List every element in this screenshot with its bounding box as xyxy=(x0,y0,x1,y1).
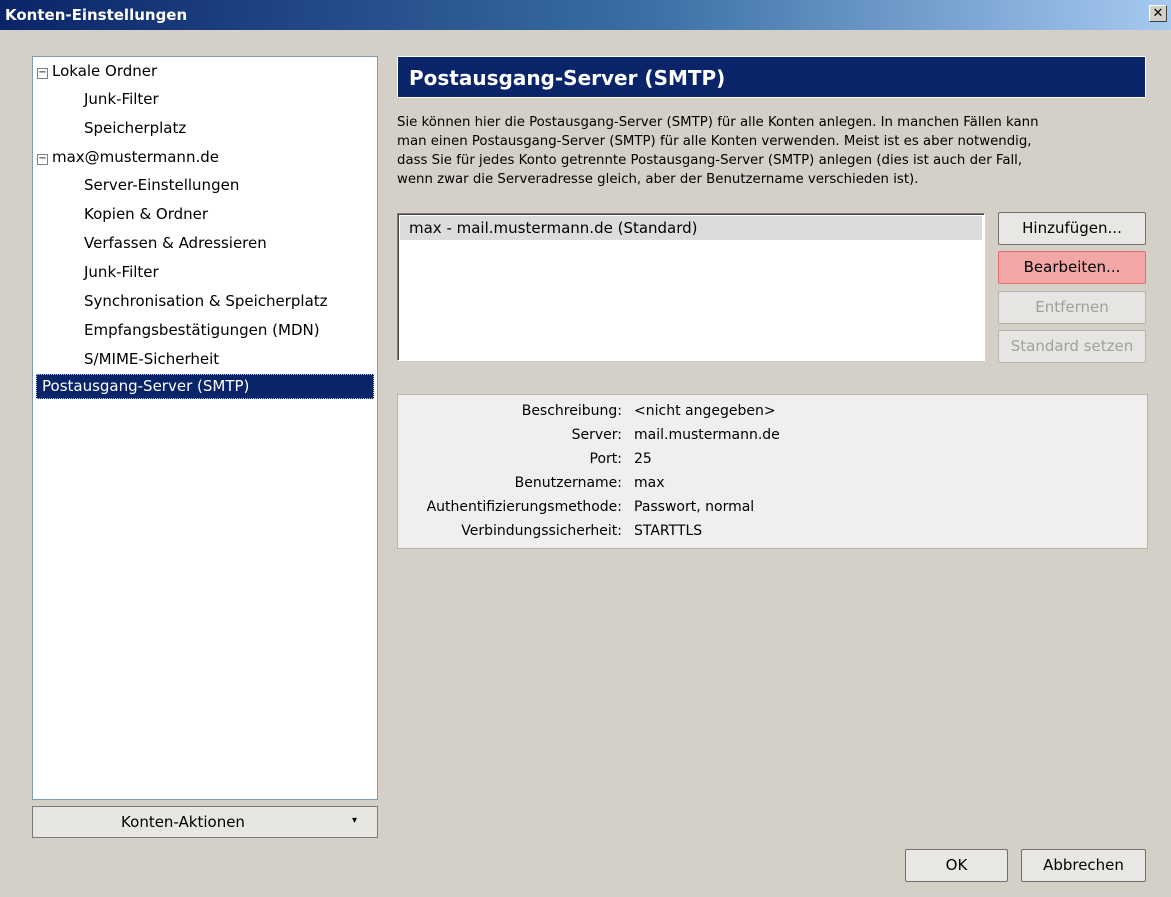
detail-row: Beschreibung: <nicht angegeben> xyxy=(398,400,1147,423)
detail-row: Port: 25 xyxy=(398,448,1147,471)
account-actions-label: Konten-Aktionen xyxy=(121,813,245,831)
detail-label: Benutzername: xyxy=(514,475,622,491)
account-actions-button[interactable]: Konten-Aktionen ▾ xyxy=(32,806,378,838)
smtp-server-list[interactable]: max - mail.mustermann.de (Standard) xyxy=(397,213,985,361)
tree-item-label: max@mustermann.de xyxy=(52,148,219,166)
tree-item-server-settings[interactable]: Server-Einstellungen xyxy=(84,173,239,198)
detail-label: Server: xyxy=(571,427,622,443)
page-title-bar: Postausgang-Server (SMTP) xyxy=(397,56,1146,98)
collapse-icon[interactable]: − xyxy=(37,68,48,79)
add-server-button[interactable]: Hinzufügen... xyxy=(998,212,1146,245)
tree-item-label: Junk-Filter xyxy=(84,263,159,281)
detail-value: max xyxy=(634,475,665,491)
tree-item-label: Speicherplatz xyxy=(84,119,187,137)
detail-value: 25 xyxy=(634,451,652,467)
tree-item-label: Empfangsbestätigungen (MDN) xyxy=(84,321,320,339)
detail-value: mail.mustermann.de xyxy=(634,427,780,443)
set-default-button[interactable]: Standard setzen xyxy=(998,330,1146,363)
server-details-panel: Beschreibung: <nicht angegeben> Server: … xyxy=(397,394,1148,549)
page-title: Postausgang-Server (SMTP) xyxy=(409,66,726,90)
tree-item-account[interactable]: − max@mustermann.de xyxy=(37,145,219,170)
tree-item-label: Synchronisation & Speicherplatz xyxy=(84,292,328,310)
description-line: man einen Postausgang-Server (SMTP) für … xyxy=(397,134,1032,149)
detail-label: Authentifizierungsmethode: xyxy=(426,499,622,515)
chevron-down-icon: ▾ xyxy=(351,815,357,826)
ok-button[interactable]: OK xyxy=(905,849,1008,882)
tree-item-junk-filter[interactable]: Junk-Filter xyxy=(84,260,159,285)
account-settings-window: Konten-Einstellungen ✕ − Lokale Ordner Ju… xyxy=(0,0,1171,897)
tree-item-label: Junk-Filter xyxy=(84,90,159,108)
tree-item-label: Verfassen & Adressieren xyxy=(84,234,267,252)
detail-row: Benutzername: max xyxy=(398,472,1147,495)
tree-item-local-folders[interactable]: − Lokale Ordner xyxy=(37,59,157,84)
detail-label: Beschreibung: xyxy=(521,403,622,419)
description-text: Sie können hier die Postausgang-Server (… xyxy=(397,113,1153,189)
detail-row: Verbindungssicherheit: STARTTLS xyxy=(398,520,1147,543)
tree-item-junk-filter-local[interactable]: Junk-Filter xyxy=(84,87,159,112)
title-bar[interactable]: Konten-Einstellungen ✕ xyxy=(0,0,1171,30)
smtp-server-list-item[interactable]: max - mail.mustermann.de (Standard) xyxy=(400,216,982,240)
tree-item-label: Lokale Ordner xyxy=(52,62,158,80)
detail-label: Verbindungssicherheit: xyxy=(461,523,622,539)
detail-row: Authentifizierungsmethode: Passwort, nor… xyxy=(398,496,1147,519)
cancel-button[interactable]: Abbrechen xyxy=(1021,849,1146,882)
tree-item-receipts[interactable]: Empfangsbestätigungen (MDN) xyxy=(84,318,320,343)
tree-item-smime[interactable]: S/MIME-Sicherheit xyxy=(84,347,219,372)
detail-value: Passwort, normal xyxy=(634,499,755,515)
description-line: wenn zwar die Serveradresse gleich, aber… xyxy=(397,172,919,187)
detail-label: Port: xyxy=(589,451,622,467)
detail-row: Server: mail.mustermann.de xyxy=(398,424,1147,447)
remove-server-button[interactable]: Entfernen xyxy=(998,291,1146,324)
tree-item-disk-space-local[interactable]: Speicherplatz xyxy=(84,116,186,141)
tree-item-label: S/MIME-Sicherheit xyxy=(84,350,220,368)
tree-item-label: Postausgang-Server (SMTP) xyxy=(42,377,250,395)
collapse-icon[interactable]: − xyxy=(37,154,48,165)
description-line: dass Sie für jedes Konto getrennte Posta… xyxy=(397,153,1023,168)
tree-item-copies-folders[interactable]: Kopien & Ordner xyxy=(84,202,208,227)
tree-item-sync-storage[interactable]: Synchronisation & Speicherplatz xyxy=(84,289,328,314)
description-line: Sie können hier die Postausgang-Server (… xyxy=(397,115,1039,130)
tree-item-outgoing-server[interactable]: Postausgang-Server (SMTP) xyxy=(36,374,374,399)
close-icon[interactable]: ✕ xyxy=(1149,5,1167,22)
detail-value: STARTTLS xyxy=(634,523,703,539)
detail-value: <nicht angegeben> xyxy=(634,403,776,419)
tree-item-label: Kopien & Ordner xyxy=(84,205,209,223)
window-title: Konten-Einstellungen xyxy=(5,6,188,24)
edit-server-button[interactable]: Bearbeiten... xyxy=(998,251,1146,284)
tree-item-composition[interactable]: Verfassen & Adressieren xyxy=(84,231,267,256)
tree-item-label: Server-Einstellungen xyxy=(84,176,240,194)
account-tree[interactable]: − Lokale Ordner Junk-Filter Speicherplatz… xyxy=(32,56,378,800)
